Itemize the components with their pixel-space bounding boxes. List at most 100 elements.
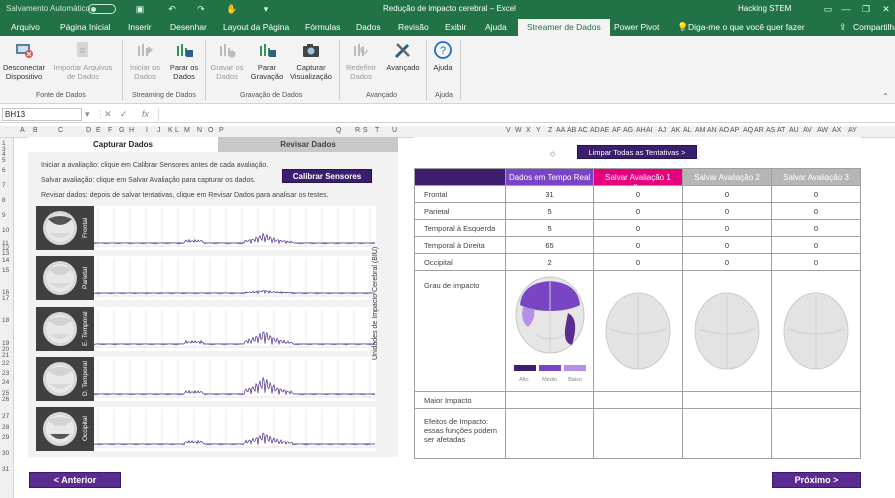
previous-button[interactable]: < Anterior [29, 472, 121, 488]
row-header[interactable]: 21 [2, 352, 9, 359]
column-header[interactable]: U [392, 127, 397, 134]
column-header[interactable]: A [20, 127, 25, 134]
tab-formulas[interactable]: Fórmulas [305, 22, 340, 32]
cancel-icon[interactable]: ✕ [104, 109, 112, 120]
reset-data-button[interactable]: Redefinir Dados [341, 40, 381, 81]
tab-power-pivot[interactable]: Power Pivot [614, 22, 659, 32]
column-header[interactable]: C [58, 127, 63, 134]
column-header[interactable]: AV [803, 127, 812, 134]
column-header[interactable]: AK [671, 127, 680, 134]
stop-data-button[interactable]: Parar os Dados [166, 40, 202, 81]
namebox-dropdown-icon[interactable]: ▾ [85, 109, 90, 120]
column-header[interactable]: AG [623, 127, 633, 134]
row-header[interactable]: 18 [2, 317, 9, 324]
column-header[interactable]: Y [536, 127, 541, 134]
column-header[interactable]: V [506, 127, 511, 134]
advanced-button[interactable]: Avançado [383, 40, 423, 72]
row-header[interactable]: 9 [2, 212, 6, 219]
tab-revisao[interactable]: Revisão [398, 22, 429, 32]
column-header[interactable]: AQ [743, 127, 753, 134]
column-header[interactable]: AC [578, 127, 588, 134]
help-button[interactable]: ? Ajuda [429, 40, 457, 72]
account-name[interactable]: Hacking STEM [738, 4, 791, 13]
column-header[interactable]: AJ [658, 127, 666, 134]
column-header[interactable]: B [33, 127, 38, 134]
row-header[interactable]: 10 [2, 227, 9, 234]
column-header[interactable]: AL [683, 127, 692, 134]
column-header[interactable]: AY [848, 127, 857, 134]
row-header[interactable]: 14 [2, 257, 9, 264]
column-header[interactable]: AH [636, 127, 646, 134]
header-save-2[interactable]: Salvar Avaliação 2 [681, 168, 772, 186]
enter-icon[interactable]: ✓ [120, 109, 128, 120]
column-header[interactable]: J [157, 127, 161, 134]
column-header[interactable]: D [86, 127, 91, 134]
column-header[interactable]: F [108, 127, 112, 134]
tab-layout[interactable]: Layout da Página [223, 22, 289, 32]
column-header[interactable]: AA [556, 127, 565, 134]
column-header[interactable]: AR [754, 127, 764, 134]
ribbon-display-icon[interactable]: ▭ [822, 3, 834, 15]
clear-attempts-button[interactable]: Limpar Todas as Tentativas > [577, 145, 697, 159]
column-header[interactable]: AE [600, 127, 609, 134]
name-box[interactable]: BH13 [2, 108, 82, 121]
row-header[interactable]: 28 [2, 424, 9, 431]
disconnect-device-button[interactable]: Desconectar Dispositivo [2, 40, 46, 81]
formula-input[interactable] [158, 108, 888, 121]
column-header[interactable]: AU [789, 127, 799, 134]
row-header[interactable]: 6 [2, 167, 6, 174]
column-header[interactable]: Z [548, 127, 552, 134]
tab-exibir[interactable]: Exibir [445, 22, 466, 32]
row-header[interactable]: 13 [2, 250, 9, 257]
row-header[interactable]: 26 [2, 396, 9, 403]
column-header[interactable]: H [129, 127, 134, 134]
column-header[interactable]: K [168, 127, 173, 134]
row-header[interactable]: 29 [2, 434, 9, 441]
column-header[interactable]: AT [777, 127, 785, 134]
column-header[interactable]: AS [766, 127, 775, 134]
collapse-ribbon-icon[interactable]: ⌃ [882, 92, 889, 101]
header-save-3[interactable]: Salvar Avaliação 3 [770, 168, 862, 186]
column-header[interactable]: Q [336, 127, 341, 134]
column-header[interactable]: M [184, 127, 190, 134]
close-icon[interactable]: ✕ [880, 3, 892, 15]
column-header[interactable]: I [146, 127, 148, 134]
column-header[interactable]: P [219, 127, 224, 134]
row-header[interactable]: 23 [2, 370, 9, 377]
column-header[interactable]: AM [695, 127, 706, 134]
column-header[interactable]: T [375, 127, 379, 134]
tell-me-search[interactable]: Diga-me o que você quer fazer [688, 22, 805, 32]
tab-revisar-dados[interactable]: Revisar Dados [218, 137, 398, 152]
capture-visualization-button[interactable]: Capturar Visualização [288, 40, 334, 81]
row-header[interactable]: 8 [2, 197, 6, 204]
column-header[interactable]: AO [719, 127, 729, 134]
column-header[interactable]: AX [832, 127, 841, 134]
touch-mode-icon[interactable]: ✋ [226, 3, 238, 15]
calibrate-sensors-button[interactable]: Calibrar Sensores [282, 169, 372, 183]
row-header[interactable]: 30 [2, 450, 9, 457]
record-data-button[interactable]: Gravar os Dados [208, 40, 246, 81]
customize-qat-icon[interactable]: ▾ [260, 3, 272, 15]
column-header[interactable]: AP [730, 127, 739, 134]
tab-dados[interactable]: Dados [356, 22, 381, 32]
column-header[interactable]: AD [590, 127, 600, 134]
row-header[interactable]: 17 [2, 295, 9, 302]
row-header[interactable]: 5 [2, 157, 6, 164]
tab-pagina-inicial[interactable]: Página Inicial [60, 22, 111, 32]
tab-streamer-de-dados[interactable]: Streamer de Dados [518, 19, 610, 36]
row-header[interactable]: 27 [2, 413, 9, 420]
column-header[interactable]: G [119, 127, 124, 134]
tab-desenhar[interactable]: Desenhar [170, 22, 207, 32]
row-header[interactable]: 22 [2, 360, 9, 367]
row-header[interactable]: 24 [2, 379, 9, 386]
column-header[interactable]: N [197, 127, 202, 134]
next-button[interactable]: Próximo > [772, 472, 861, 488]
column-header[interactable]: AW [817, 127, 828, 134]
tab-arquivo[interactable]: Arquivo [11, 22, 40, 32]
fx-icon[interactable]: fx [142, 109, 149, 119]
row-header[interactable]: 31 [2, 466, 9, 473]
stop-record-button[interactable]: Parar Gravação [249, 40, 285, 81]
row-header[interactable]: 15 [2, 267, 9, 274]
column-header[interactable]: O [208, 127, 213, 134]
column-header[interactable]: AN [707, 127, 717, 134]
